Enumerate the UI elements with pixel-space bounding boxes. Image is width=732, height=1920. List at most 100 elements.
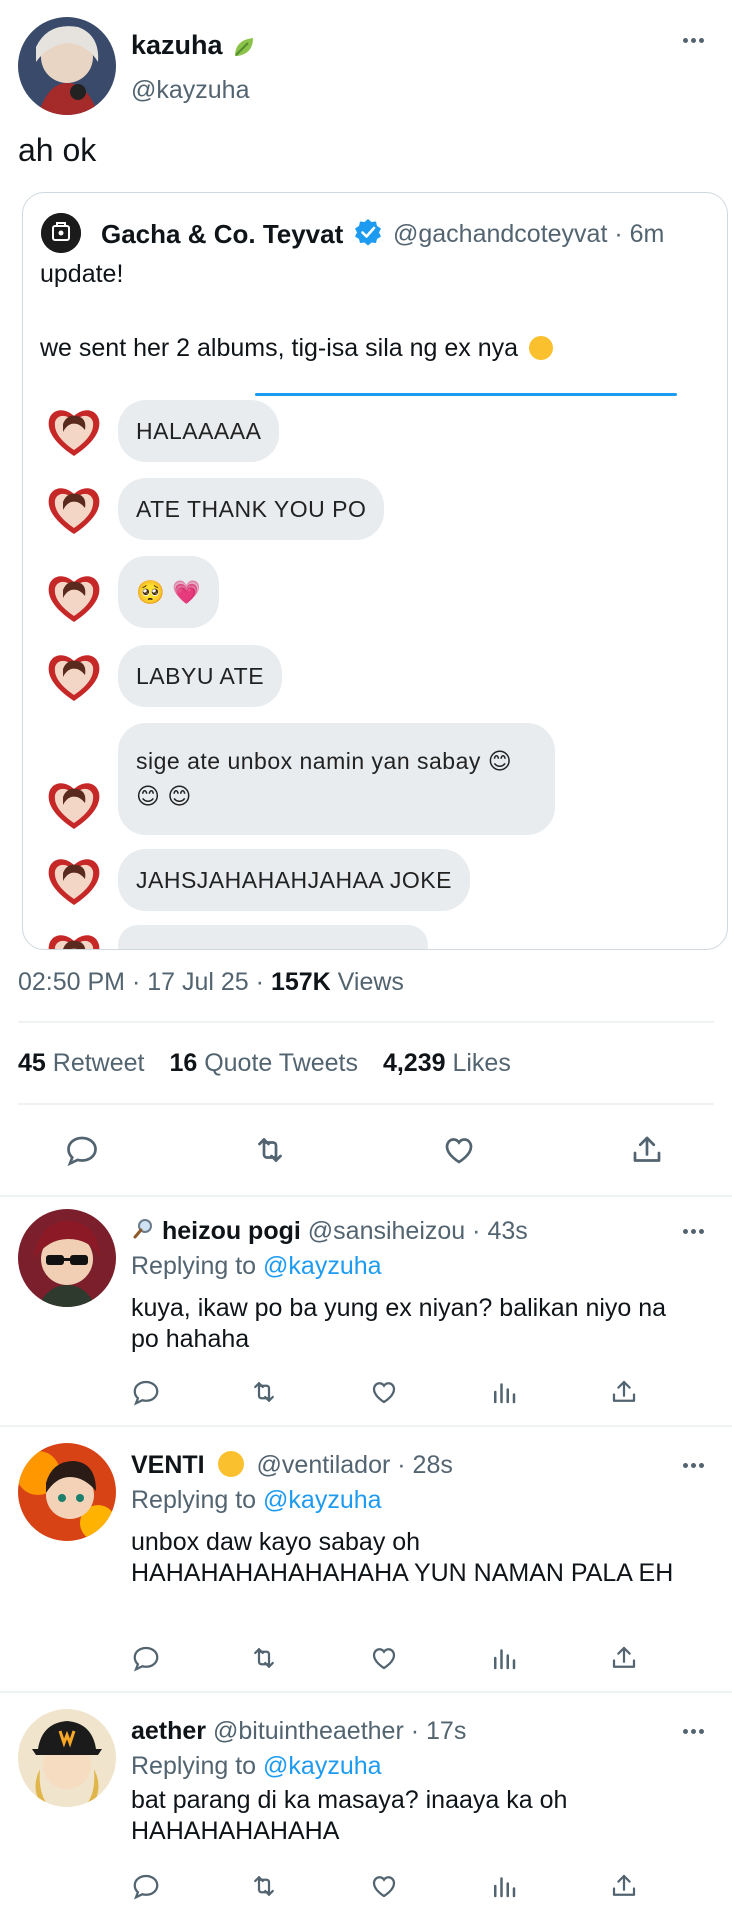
reply-icon[interactable]	[64, 1132, 100, 1168]
quoted-author-avatar	[41, 213, 81, 253]
more-options-icon[interactable]	[679, 1719, 707, 1743]
reply-header: heizou pogi @sansiheizou · 43s	[131, 1217, 528, 1246]
reply-icon[interactable]	[131, 1871, 161, 1901]
replying-to: Replying to @kayzuha	[131, 1752, 382, 1781]
analytics-icon[interactable]	[489, 1643, 519, 1673]
analytics-icon[interactable]	[489, 1377, 519, 1407]
replying-to: Replying to @kayzuha	[131, 1252, 382, 1281]
reply-handle[interactable]: @sansiheizou	[308, 1217, 465, 1245]
chat-line: sige ate unbox namin yan sabay 😊	[136, 748, 513, 774]
quoted-time: 6m	[629, 220, 665, 248]
divider	[18, 1021, 714, 1023]
quotes-label: Quote Tweets	[204, 1049, 358, 1077]
replying-to-link[interactable]: @kayzuha	[263, 1486, 382, 1514]
separator-dot: ·	[472, 1217, 488, 1245]
separator-dot: ·	[410, 1717, 427, 1745]
reply-handle[interactable]: @bituintheaether	[213, 1717, 404, 1745]
chat-message-cutoff	[23, 925, 727, 949]
replying-to-link[interactable]: @kayzuha	[263, 1752, 382, 1780]
like-icon[interactable]	[369, 1377, 399, 1407]
author-display-name[interactable]: kazuha	[131, 30, 223, 61]
reply-avatar[interactable]	[18, 1443, 116, 1541]
reply-text: unbox daw kayo sabay oh HAHAHAHAHAHAHAHA…	[131, 1528, 674, 1587]
chat-message: sige ate unbox namin yan sabay 😊 😊 😊	[23, 723, 727, 835]
retweets-stat[interactable]: 45 Retweet	[18, 1049, 144, 1077]
image-top-accent-line	[255, 393, 677, 396]
reply-time: 17s	[426, 1717, 467, 1745]
reply-tweet[interactable]: heizou pogi @sansiheizou · 43s Replying …	[0, 1197, 732, 1425]
reply-avatar[interactable]	[18, 1209, 116, 1307]
reply-display-name[interactable]: aether	[131, 1717, 206, 1745]
more-options-icon[interactable]	[679, 1453, 707, 1477]
laughing-emoji-icon	[528, 336, 553, 360]
like-icon[interactable]	[369, 1643, 399, 1673]
chat-bubble: JAHSJAHAHAHJAHAA JOKE	[118, 849, 470, 911]
reply-display-name[interactable]: VENTI	[131, 1451, 205, 1479]
share-icon[interactable]	[609, 1377, 639, 1407]
reply-tweet[interactable]: VENTI @ventilador · 28s Replying to @kay…	[0, 1427, 732, 1691]
divider	[18, 1103, 714, 1105]
chat-message: JAHSJAHAHAHJAHAA JOKE	[23, 849, 727, 913]
analytics-icon[interactable]	[489, 1871, 519, 1901]
separator-dot: ·	[131, 968, 148, 996]
quotes-stat[interactable]: 16 Quote Tweets	[169, 1049, 358, 1077]
reply-header: aether @bituintheaether · 17s	[131, 1717, 466, 1746]
more-options-icon[interactable]	[679, 28, 707, 52]
retweet-icon[interactable]	[249, 1643, 279, 1673]
reply-action-bar	[131, 1643, 651, 1677]
chat-line: 😊 😊	[136, 783, 192, 809]
tweet-action-bar	[0, 1120, 732, 1184]
quoted-text-line2-content: we sent her 2 albums, tig-isa sila ng ex…	[40, 334, 519, 362]
share-icon[interactable]	[609, 1643, 639, 1673]
leaf-icon	[231, 34, 257, 60]
reply-tweet[interactable]: aether @bituintheaether · 17s Replying t…	[0, 1693, 732, 1920]
chat-message: ATE THANK YOU PO	[23, 478, 727, 542]
replying-prefix: Replying to	[131, 1486, 257, 1514]
replying-prefix: Replying to	[131, 1252, 257, 1280]
reply-avatar[interactable]	[18, 1709, 116, 1807]
chat-message: 🥺 💗	[23, 556, 727, 631]
retweets-count: 45	[18, 1049, 46, 1077]
share-icon[interactable]	[609, 1871, 639, 1901]
reply-icon[interactable]	[131, 1643, 161, 1673]
quoted-text-line2: we sent her 2 albums, tig-isa sila ng ex…	[40, 334, 553, 363]
more-options-icon[interactable]	[679, 1219, 707, 1243]
chat-avatar-icon	[43, 645, 105, 707]
verified-badge-icon	[353, 217, 383, 247]
retweet-icon[interactable]	[249, 1377, 279, 1407]
chat-avatar-icon	[43, 773, 105, 835]
reply-action-bar	[131, 1377, 651, 1411]
tweet-timestamp: 02:50 PM · 17 Jul 25 · 157K Views	[18, 968, 404, 997]
chat-bubble-multiline: sige ate unbox namin yan sabay 😊 😊 😊	[118, 723, 555, 835]
separator-dot: ·	[614, 220, 630, 248]
reply-time: 43s	[487, 1217, 528, 1245]
chat-avatar-icon	[43, 400, 105, 462]
reply-header: VENTI @ventilador · 28s	[131, 1451, 453, 1480]
like-icon[interactable]	[369, 1871, 399, 1901]
quoted-tweet-card[interactable]: Gacha & Co. Teyvat @gachandcoteyvat · 6m…	[22, 192, 728, 950]
retweets-label: Retweet	[52, 1049, 145, 1077]
timestamp-date: 17 Jul 25	[147, 968, 249, 996]
quoted-handle-text: @gachandcoteyvat	[393, 220, 608, 248]
retweet-icon[interactable]	[249, 1871, 279, 1901]
retweet-icon[interactable]	[252, 1132, 288, 1168]
author-handle[interactable]: @kayzuha	[131, 76, 250, 105]
chat-message: HALAAAAA	[23, 400, 727, 464]
reply-text: kuya, ikaw po ba yung ex niyan? balikan …	[131, 1294, 667, 1353]
chat-avatar-icon	[43, 925, 105, 949]
chat-message: LABYU ATE	[23, 645, 727, 709]
share-icon[interactable]	[629, 1132, 665, 1168]
reply-action-bar	[131, 1871, 651, 1905]
author-avatar[interactable]	[18, 17, 116, 115]
reply-display-name[interactable]: heizou pogi	[162, 1217, 301, 1245]
like-icon[interactable]	[441, 1132, 477, 1168]
views-count: 157K	[270, 968, 331, 996]
chat-avatar-icon	[43, 566, 105, 628]
replying-to-link[interactable]: @kayzuha	[263, 1252, 382, 1280]
likes-stat[interactable]: 4,239 Likes	[383, 1049, 511, 1077]
replying-prefix: Replying to	[131, 1752, 257, 1780]
reply-icon[interactable]	[131, 1377, 161, 1407]
replying-to: Replying to @kayzuha	[131, 1486, 382, 1515]
tongue-emoji-icon	[217, 1451, 244, 1477]
reply-handle[interactable]: @ventilador	[257, 1451, 391, 1479]
